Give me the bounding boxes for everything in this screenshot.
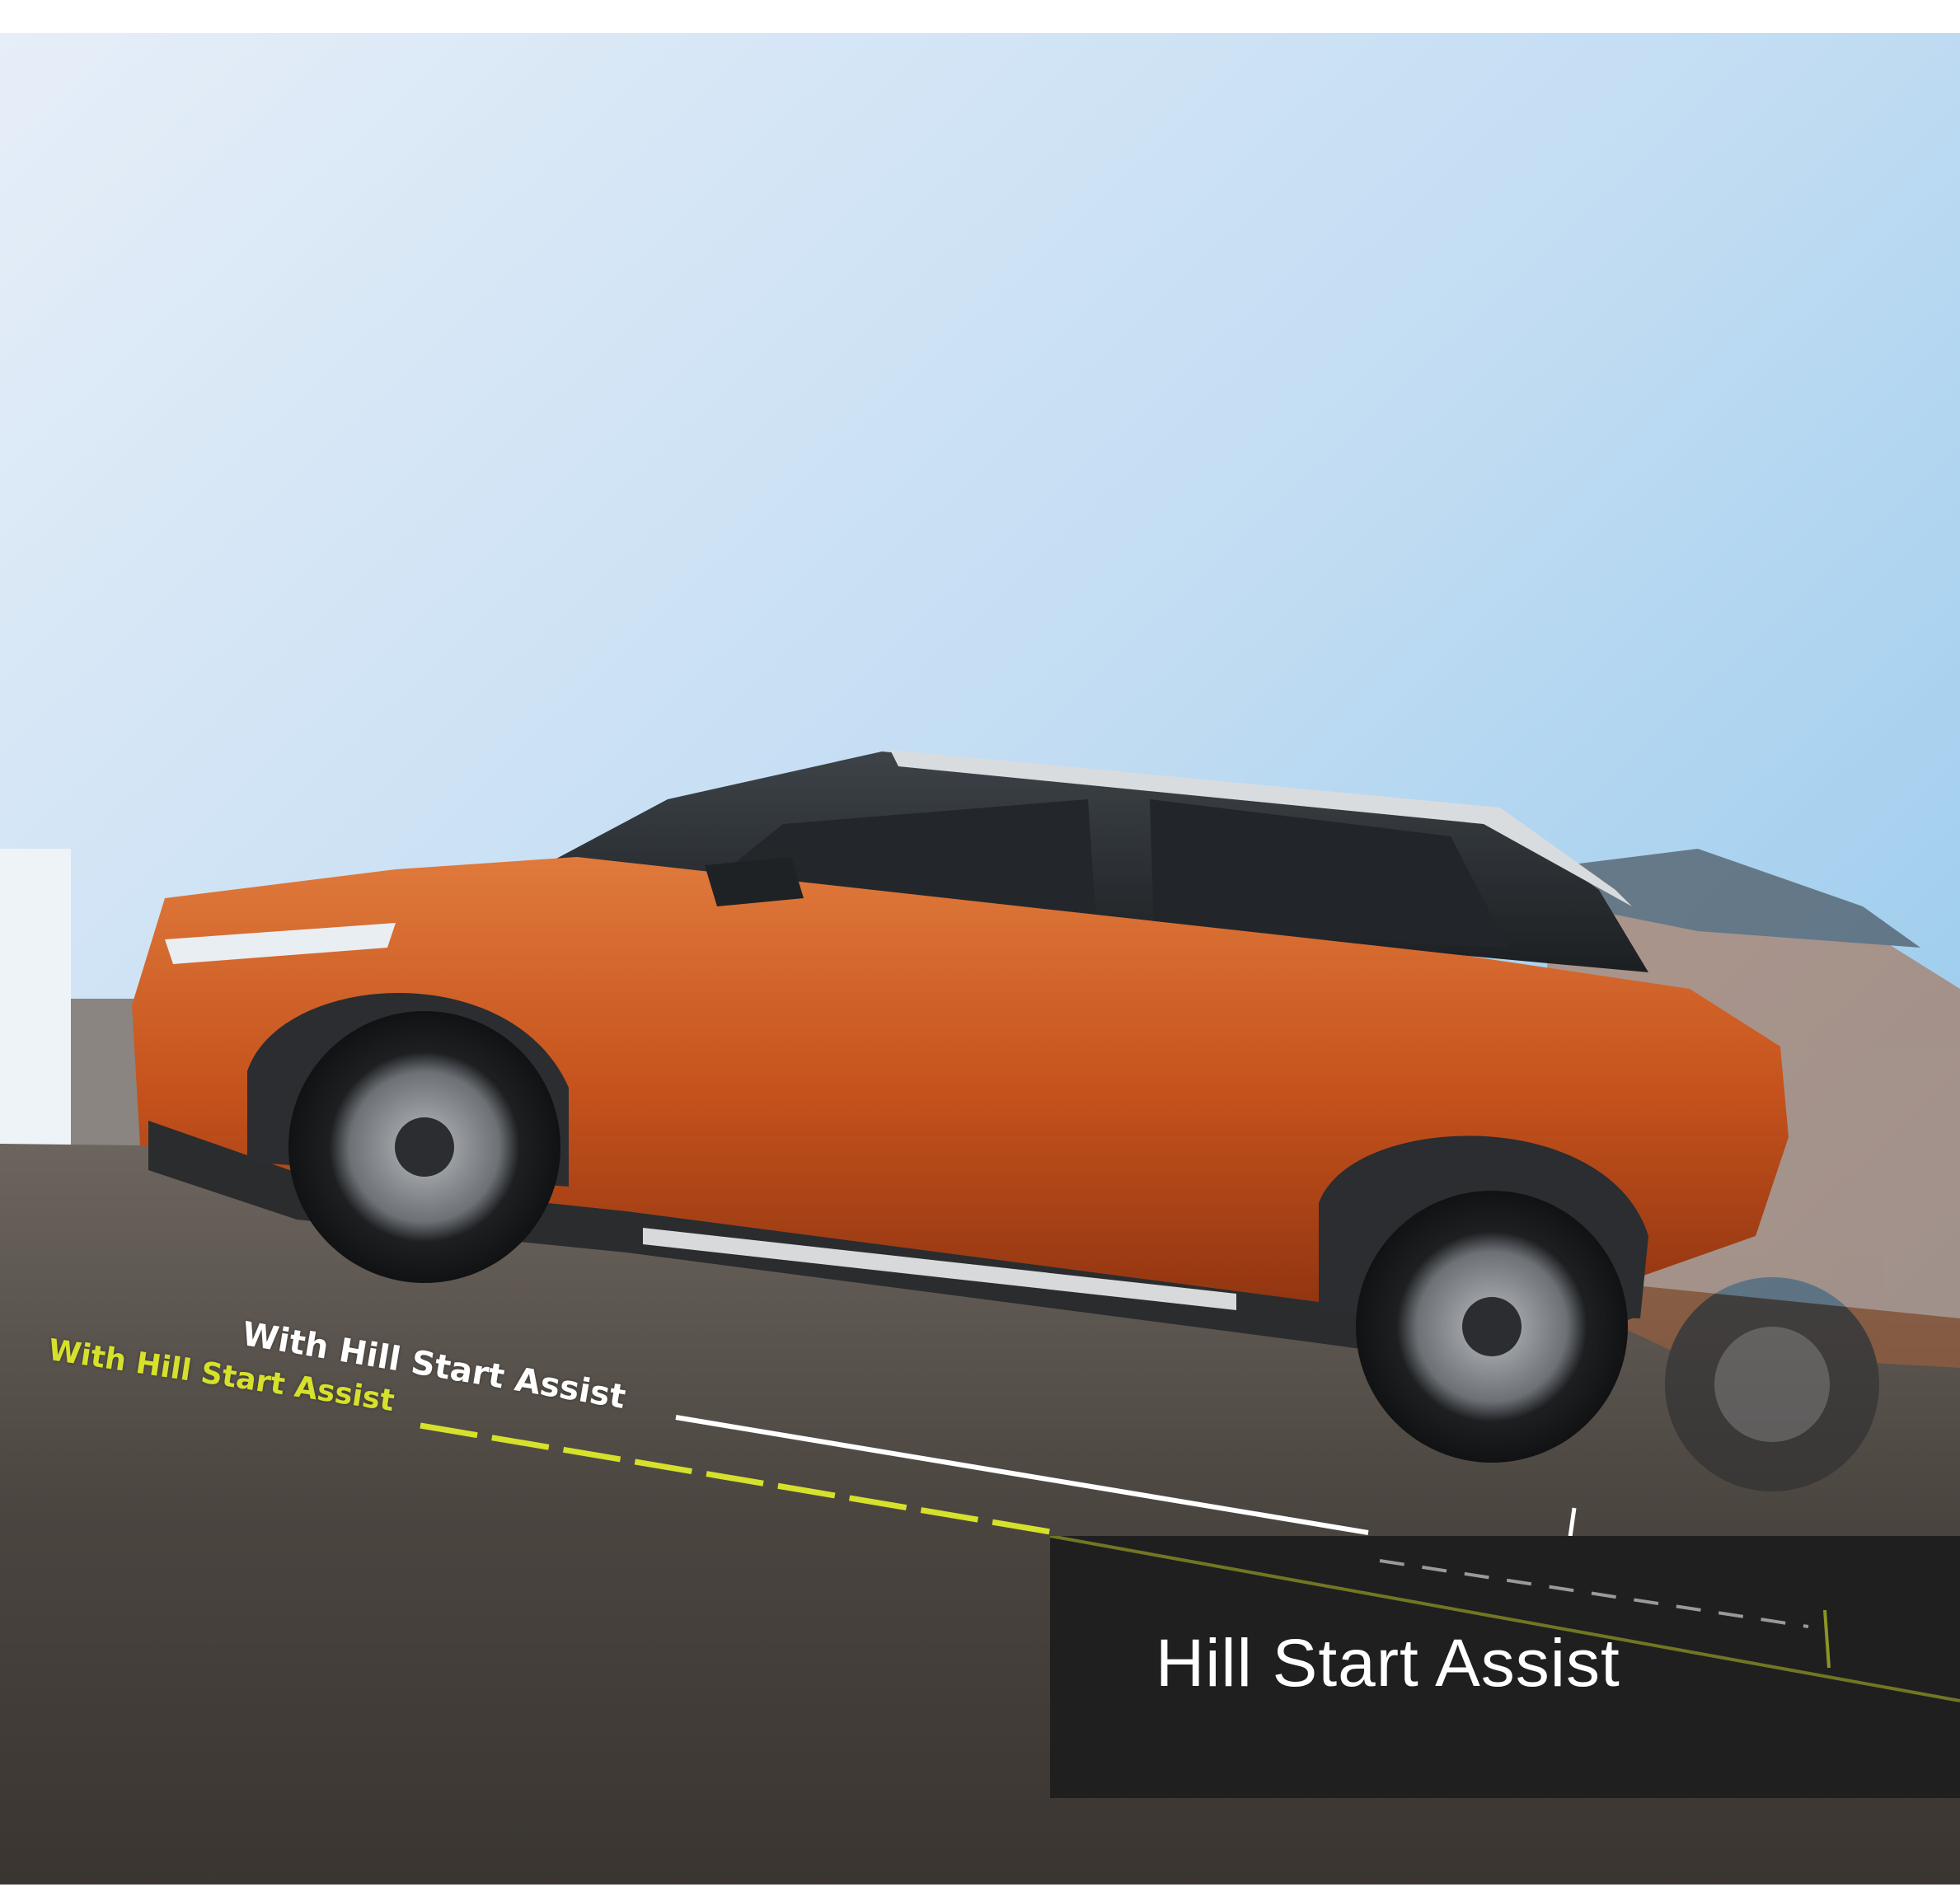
caption-title: Hill Start Assist (1156, 1626, 1620, 1701)
hero-banner: With Hill Start Assist With Hill Start A… (0, 33, 1960, 1885)
caption-panel: Hill Start Assist (1050, 1536, 1960, 1798)
